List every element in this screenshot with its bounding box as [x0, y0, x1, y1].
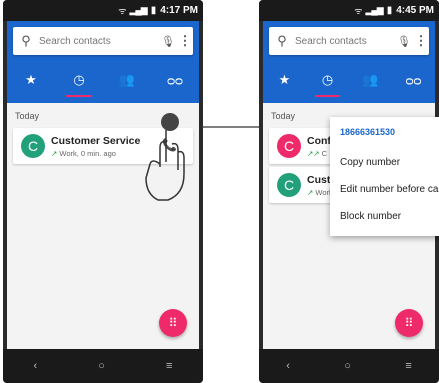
tutorial-stage: ᯤ ▂▄▆ ▮ 4:17 PM ⚲ Search contacts 🎙 ⋮ ★ … [0, 0, 439, 383]
tab-favorites[interactable]: ★ [263, 65, 306, 95]
battery-icon: ▮ [386, 5, 393, 16]
back-icon[interactable]: ‹ [286, 360, 290, 372]
dialer-header: ⚲ Search contacts 🎙 ⋮ ★ ◷ 👥 ᴑᴑ [7, 21, 199, 103]
home-icon[interactable]: ○ [98, 360, 105, 372]
home-icon[interactable]: ○ [344, 360, 351, 372]
mic-icon[interactable]: 🎙 [159, 35, 177, 48]
status-time: 4:17 PM [160, 5, 198, 16]
recents-nav-icon[interactable]: ≡ [405, 360, 411, 372]
outgoing-call-icon: ↗ [307, 187, 314, 197]
dialpad-button[interactable]: ⠿ [395, 309, 423, 337]
star-icon: ★ [278, 72, 291, 87]
avatar: C [277, 134, 301, 158]
tab-voicemail[interactable]: ᴑᴑ [151, 65, 199, 95]
search-input[interactable]: Search contacts [295, 36, 395, 47]
dialer-header: ⚲ Search contacts 🎙 ⋮ ★ ◷ 👥 ᴑᴑ [263, 21, 435, 103]
signal-icon: ▂▄▆ [365, 5, 383, 15]
context-menu: 18666361530 Copy number Edit number befo… [330, 117, 439, 236]
star-icon: ★ [25, 72, 37, 87]
call-detail: C [321, 148, 328, 158]
tap-gesture-icon [145, 113, 185, 201]
more-options-icon[interactable]: ⋮ [177, 33, 193, 49]
status-bar: ᯤ ▂▄▆ ▮ 4:45 PM [259, 0, 439, 21]
voicemail-icon: ᴑᴑ [405, 72, 422, 88]
menu-phone-number: 18666361530 [340, 127, 396, 137]
dialpad-icon: ⠿ [168, 316, 178, 330]
tab-bar: ★ ◷ 👥 ᴑᴑ [7, 65, 199, 97]
edit-number-item[interactable]: Edit number before call [330, 176, 439, 203]
people-icon: 👥 [362, 72, 379, 87]
clock-icon: ◷ [321, 72, 334, 87]
nav-bar: ‹ ○ ≡ [3, 349, 203, 383]
call-detail: Work, 0 min. ago [59, 148, 116, 158]
tab-contacts[interactable]: 👥 [349, 65, 392, 95]
voicemail-icon: ᴑᴑ [167, 72, 183, 88]
recents-nav-icon[interactable]: ≡ [166, 360, 172, 372]
avatar: C [21, 134, 45, 158]
dialpad-button[interactable]: ⠿ [159, 309, 187, 337]
tab-contacts[interactable]: 👥 [103, 65, 151, 95]
copy-number-item[interactable]: Copy number [330, 149, 439, 176]
status-time: 4:45 PM [396, 5, 434, 16]
mic-icon[interactable]: 🎙 [395, 35, 413, 48]
nav-bar: ‹ ○ ≡ [259, 349, 439, 383]
more-options-icon[interactable]: ⋮ [413, 33, 429, 49]
outgoing-call-icon: ↗↗ [307, 148, 320, 158]
avatar: C [277, 173, 301, 197]
outgoing-call-icon: ↗ [51, 148, 58, 158]
search-bar[interactable]: ⚲ Search contacts 🎙 ⋮ [13, 27, 193, 55]
dialpad-icon: ⠿ [404, 316, 414, 330]
tab-favorites[interactable]: ★ [7, 65, 55, 95]
clock-icon: ◷ [73, 72, 85, 87]
search-bar[interactable]: ⚲ Search contacts 🎙 ⋮ [269, 27, 429, 55]
contact-name: Customer Service [51, 134, 141, 147]
search-icon[interactable]: ⚲ [269, 33, 295, 49]
people-icon: 👥 [118, 72, 136, 87]
search-input[interactable]: Search contacts [39, 36, 159, 47]
tab-recents[interactable]: ◷ [306, 65, 349, 97]
signal-icon: ▂▄▆ [129, 5, 147, 15]
tab-voicemail[interactable]: ᴑᴑ [392, 65, 435, 95]
battery-icon: ▮ [150, 5, 157, 16]
phone-right: ᯤ ▂▄▆ ▮ 4:45 PM ⚲ Search contacts 🎙 ⋮ ★ … [259, 0, 439, 383]
wifi-icon: ᯤ [118, 6, 126, 16]
wifi-icon: ᯤ [354, 6, 362, 16]
status-bar: ᯤ ▂▄▆ ▮ 4:17 PM [3, 0, 203, 21]
block-number-item[interactable]: Block number [330, 203, 439, 230]
tab-recents[interactable]: ◷ [55, 65, 103, 97]
tab-bar: ★ ◷ 👥 ᴑᴑ [263, 65, 435, 97]
search-icon[interactable]: ⚲ [13, 33, 39, 49]
back-icon[interactable]: ‹ [34, 360, 38, 372]
